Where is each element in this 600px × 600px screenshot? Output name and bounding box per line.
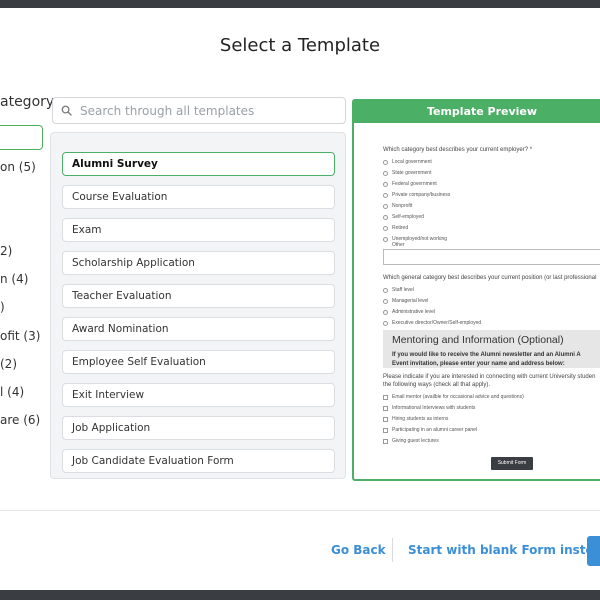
preview-option: Managerial level bbox=[383, 298, 428, 304]
preview-option: Retired bbox=[383, 225, 408, 231]
category-item[interactable]: l (4) bbox=[0, 385, 24, 399]
footer-divider bbox=[0, 510, 600, 511]
radio-icon bbox=[383, 287, 388, 293]
preview-question: the following ways (check all that apply… bbox=[383, 382, 491, 388]
radio-icon bbox=[383, 320, 388, 326]
preview-checkbox-option: Participating in an alumni career panel bbox=[383, 427, 477, 433]
category-item[interactable]: ) bbox=[0, 300, 5, 314]
checkbox-icon bbox=[383, 416, 388, 422]
preview-option: Local government bbox=[383, 159, 432, 165]
category-all-selected[interactable] bbox=[0, 125, 43, 150]
preview-option: Executive director/Owner/Self-employed bbox=[383, 320, 481, 326]
template-item-scholarship-application[interactable]: Scholarship Application bbox=[62, 251, 335, 275]
radio-icon bbox=[383, 225, 388, 231]
template-item-exam[interactable]: Exam bbox=[62, 218, 335, 242]
primary-action-button[interactable] bbox=[587, 536, 600, 566]
radio-icon bbox=[383, 214, 388, 220]
preview-option: Self-employed bbox=[383, 214, 424, 220]
radio-icon bbox=[383, 236, 388, 242]
preview-form: Which category best describes your curre… bbox=[354, 101, 600, 479]
modal-title: Select a Template bbox=[219, 35, 381, 56]
preview-section-subtitle: Event invitation, please enter your name… bbox=[392, 361, 565, 367]
preview-checkbox-option: Informational Interviews with students bbox=[383, 405, 475, 411]
preview-submit-button: Submit Form bbox=[491, 457, 533, 470]
category-item[interactable]: ofit (3) bbox=[0, 329, 40, 343]
blank-form-button[interactable]: Start with blank Form instead bbox=[408, 543, 600, 557]
template-modal: Select a Template ategory on (5) 2) n (4… bbox=[0, 8, 600, 590]
preview-option: Administrative level bbox=[383, 309, 435, 315]
preview-other-input bbox=[383, 249, 600, 265]
preview-option: State government bbox=[383, 170, 431, 176]
template-item-alumni-survey[interactable]: Alumni Survey bbox=[62, 152, 335, 176]
radio-icon bbox=[383, 192, 388, 198]
preview-checkbox-option: Hiring students as interns bbox=[383, 416, 448, 422]
go-back-button[interactable]: Go Back bbox=[331, 543, 386, 557]
preview-question: Which category best describes your curre… bbox=[383, 147, 533, 153]
template-list: Alumni Survey Course Evaluation Exam Sch… bbox=[50, 132, 346, 479]
radio-icon bbox=[383, 170, 388, 176]
checkbox-icon bbox=[383, 427, 388, 433]
radio-icon bbox=[383, 298, 388, 304]
preview-question: Please indicate if you are interested in… bbox=[383, 374, 596, 380]
preview-option: Staff level bbox=[383, 287, 414, 293]
template-item-teacher-evaluation[interactable]: Teacher Evaluation bbox=[62, 284, 335, 308]
category-item[interactable]: on (5) bbox=[0, 160, 36, 174]
search-input[interactable] bbox=[80, 103, 330, 118]
preview-option-other: Other bbox=[392, 242, 405, 248]
radio-icon bbox=[383, 309, 388, 315]
template-item-award-nomination[interactable]: Award Nomination bbox=[62, 317, 335, 341]
preview-section-title: Mentoring and Information (Optional) bbox=[392, 334, 564, 346]
template-item-job-candidate-evaluation[interactable]: Job Candidate Evaluation Form bbox=[62, 449, 335, 473]
radio-icon bbox=[383, 181, 388, 187]
preview-option: Federal government bbox=[383, 181, 437, 187]
category-item[interactable]: (2) bbox=[0, 357, 17, 371]
preview-option: Nonprofit bbox=[383, 203, 412, 209]
template-preview: Template Preview Which category best des… bbox=[352, 99, 600, 481]
template-item-employee-self-evaluation[interactable]: Employee Self Evaluation bbox=[62, 350, 335, 374]
category-item[interactable]: are (6) bbox=[0, 413, 40, 427]
checkbox-icon bbox=[383, 438, 388, 444]
preview-checkbox-option: Email mentor (availble for occasional ad… bbox=[383, 394, 524, 400]
checkbox-icon bbox=[383, 405, 388, 411]
category-heading: ategory bbox=[0, 94, 55, 110]
preview-question: Which general category best describes yo… bbox=[383, 275, 597, 281]
preview-section-subtitle: If you would like to receive the Alumni … bbox=[392, 352, 581, 358]
preview-option: Private company/business bbox=[383, 192, 450, 198]
radio-icon bbox=[383, 203, 388, 209]
radio-icon bbox=[383, 159, 388, 165]
checkbox-icon bbox=[383, 394, 388, 400]
footer-separator bbox=[392, 538, 393, 562]
template-item-course-evaluation[interactable]: Course Evaluation bbox=[62, 185, 335, 209]
category-item[interactable]: 2) bbox=[0, 244, 12, 258]
search-icon bbox=[61, 105, 72, 116]
category-item[interactable]: n (4) bbox=[0, 272, 28, 286]
template-search[interactable] bbox=[52, 97, 346, 124]
template-item-exit-interview[interactable]: Exit Interview bbox=[62, 383, 335, 407]
preview-checkbox-option: Giving guest lectures bbox=[383, 438, 439, 444]
template-item-job-application[interactable]: Job Application bbox=[62, 416, 335, 440]
